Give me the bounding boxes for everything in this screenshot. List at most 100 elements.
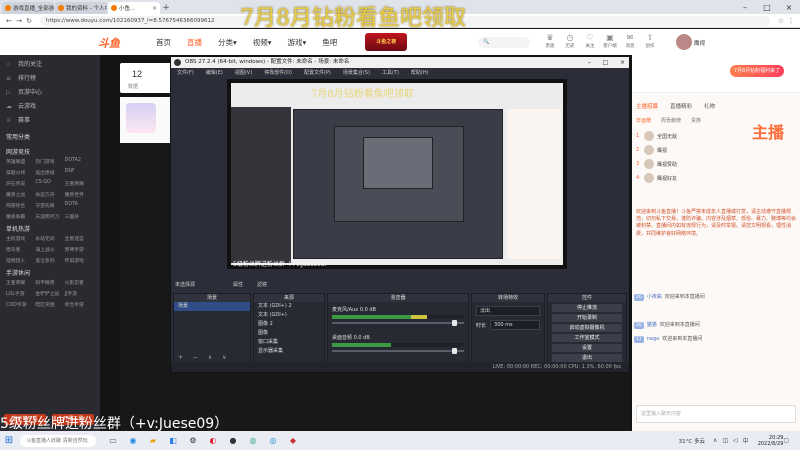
edge-icon[interactable]: ◉ <box>124 434 142 448</box>
wechat-icon[interactable]: ◍ <box>244 434 262 448</box>
settings-button[interactable]: 设置 <box>552 344 622 352</box>
chat-nick[interactable]: 小夜曲 <box>647 291 662 303</box>
sidebar-category-item[interactable]: 王者荣耀 <box>6 279 35 286</box>
sidebar-item-webgame[interactable]: ▷ 页游中心 <box>0 86 100 100</box>
volume-icon[interactable]: ◁ <box>733 437 738 444</box>
dock-toolbar[interactable]: + − ∧ ∨ <box>174 353 250 362</box>
anchor-avatar[interactable] <box>126 103 156 133</box>
obs-preview[interactable]: 7月8月钻粉看鱼吧领取 5级粉丝牌进粉丝群（+v:Juese09） <box>227 79 567 269</box>
sidebar-category-item[interactable]: 鬼泣系列 <box>35 257 64 264</box>
new-tab-icon[interactable]: + <box>161 2 171 14</box>
chat-nick[interactable]: 猫猫 <box>647 319 657 331</box>
tab-recruit[interactable]: 主播招募 <box>636 102 658 110</box>
obs-menu-view[interactable]: 视图(V) <box>235 69 252 76</box>
sidebar-category-item[interactable]: 网游综合 <box>6 202 35 209</box>
browser-tab[interactable]: 我的资料 - 个人中心 - 斗鱼 × <box>55 2 107 14</box>
tab-highlights[interactable]: 直播精彩 <box>670 102 692 110</box>
sidebar-item-rank[interactable]: ≡ 排行榜 <box>0 72 100 86</box>
steam-icon[interactable]: ⚙ <box>184 434 202 448</box>
sidebar-category-item[interactable]: 综合手游 <box>65 301 94 308</box>
list-item[interactable]: 2 鹰视 <box>636 143 746 157</box>
nav-home[interactable]: 首页 <box>156 37 171 48</box>
sidebar-category-item[interactable]: 全民迷宫 <box>65 235 94 242</box>
volume-knob[interactable] <box>452 320 458 326</box>
sidebar-category-item[interactable]: 热门游戏 <box>35 158 64 165</box>
sidebar-category-item[interactable]: 英雄联盟 <box>6 158 35 165</box>
task-view-icon[interactable]: ▭ <box>104 434 122 448</box>
sidebar-category-item[interactable]: LOL手游 <box>6 290 35 297</box>
taskbar-search-input[interactable]: 斗鱼直播人妖聊 清新自然玩 <box>20 434 96 447</box>
list-item[interactable]: 3 鹰视赞助 <box>636 157 746 171</box>
obs-menu-help[interactable]: 帮助(H) <box>411 69 429 76</box>
weather-widget[interactable]: 31°C 多云 <box>679 437 705 445</box>
sidebar-category-item[interactable]: CS:GO <box>35 180 64 187</box>
sidebar-category-item[interactable]: DOTA <box>65 202 94 209</box>
start-recording-button[interactable]: 开始录制 <box>552 314 622 322</box>
studio-mode-button[interactable]: 工作室模式 <box>552 334 622 342</box>
sidebar-category-item[interactable]: 守望先锋 <box>35 202 64 209</box>
transition-select[interactable]: 淡出 <box>476 306 540 316</box>
obs-menu-edit[interactable]: 编辑(E) <box>206 69 223 76</box>
windows-start-icon[interactable]: ⊞ <box>0 435 18 446</box>
browser-tab-active[interactable]: 小鱼… × <box>108 2 160 14</box>
sidebar-category-item[interactable]: 火影忍者 <box>65 279 94 286</box>
scene-item[interactable]: 场景 <box>174 302 250 311</box>
obs-menu-scene-collection[interactable]: 场景集合(S) <box>343 69 370 76</box>
sidebar-category-item[interactable]: 魔兽之战 <box>6 191 35 198</box>
nav-live[interactable]: 直播 <box>187 37 202 48</box>
header-follow[interactable]: ♡ 关注 <box>580 33 600 49</box>
header-messages[interactable]: ✉ 消息 <box>620 33 640 49</box>
source-item[interactable]: 图像 2 <box>254 320 324 329</box>
app-icon[interactable]: ◆ <box>284 434 302 448</box>
sidebar-category-item[interactable]: 天涯明月刀 <box>35 213 64 220</box>
sidebar-item-esports[interactable]: ♕ 赛事 <box>0 114 100 128</box>
extensions-icon[interactable]: ⋮ <box>786 17 796 25</box>
minimize-icon[interactable]: – <box>588 59 591 66</box>
minimize-icon[interactable]: – <box>734 3 756 12</box>
header-crown[interactable]: ♛ 贵族 <box>540 33 560 49</box>
chat-nick[interactable]: naga <box>647 333 659 345</box>
list-item[interactable]: 4 鹰视好友 <box>636 171 746 185</box>
header-create[interactable]: ⇪ 创作 <box>640 33 660 49</box>
tab-weekly-rank[interactable]: 周贡献榜 <box>661 117 681 124</box>
sidebar-category-item[interactable]: 怪物猎人 <box>6 257 35 264</box>
douyu-app-icon[interactable]: ◐ <box>204 434 222 448</box>
fan-benefit-badge[interactable]: 7月8月钻粉福利来了 <box>730 65 784 77</box>
nav-games[interactable]: 游戏▾ <box>288 37 307 48</box>
chevron-up-icon[interactable]: ∧ <box>713 437 717 444</box>
sidebar-category-item[interactable]: COD手游 <box>6 301 35 308</box>
volume-slider[interactable] <box>332 348 464 354</box>
source-item[interactable]: 显示器采集 <box>254 347 324 356</box>
header-client[interactable]: ▣ 客户端 <box>600 33 620 49</box>
source-item[interactable]: 窗口采集 <box>254 338 324 347</box>
maximize-icon[interactable]: □ <box>603 59 609 66</box>
source-item[interactable]: 文本 (GDI+) 2 <box>254 302 324 311</box>
sidebar-category-item[interactable]: 命运方舟 <box>35 191 64 198</box>
sidebar-category-item[interactable]: 原神手游 <box>65 246 94 253</box>
sidebar-category-item[interactable]: JJ手游 <box>65 290 94 297</box>
sidebar-category-item[interactable]: 穿越火线 <box>6 169 35 176</box>
store-icon[interactable]: ◧ <box>164 434 182 448</box>
close-tab-icon[interactable]: × <box>152 5 157 12</box>
obs-menu-docks[interactable]: 停靠部件(D) <box>264 69 292 76</box>
folder-icon[interactable]: ▰ <box>144 434 162 448</box>
maximize-icon[interactable]: □ <box>756 3 778 12</box>
sidebar-category-item[interactable]: 王者荣耀 <box>65 180 94 187</box>
sidebar-category-item[interactable]: 怀旧游戏 <box>65 257 94 264</box>
tab-gifts[interactable]: 礼物 <box>704 102 715 110</box>
sidebar-category-item[interactable]: DNF <box>65 169 94 176</box>
sidebar-category-item[interactable]: 主机游戏 <box>6 235 35 242</box>
properties-button[interactable]: 属性 <box>233 281 243 288</box>
volume-slider[interactable] <box>332 320 464 326</box>
sidebar-item-follow[interactable]: ☆ 我的关注 <box>0 58 100 72</box>
obs-menu-tools[interactable]: 工具(T) <box>382 69 399 76</box>
nav-yuba[interactable]: 鱼吧 <box>322 37 337 48</box>
close-window-icon[interactable]: × <box>620 59 625 66</box>
exit-button[interactable]: 退出 <box>552 354 622 362</box>
stop-streaming-button[interactable]: 停止推流 <box>552 304 622 312</box>
sidebar-category-item[interactable]: 炉石传说 <box>6 180 35 187</box>
ime-icon[interactable]: 中 <box>743 436 749 445</box>
list-item[interactable]: 1 全国无敌 <box>636 129 746 143</box>
sidebar-category-item[interactable]: 魔兽争霸 <box>6 213 35 220</box>
sidebar-category-item[interactable]: 金铲铲之战 <box>35 290 64 297</box>
